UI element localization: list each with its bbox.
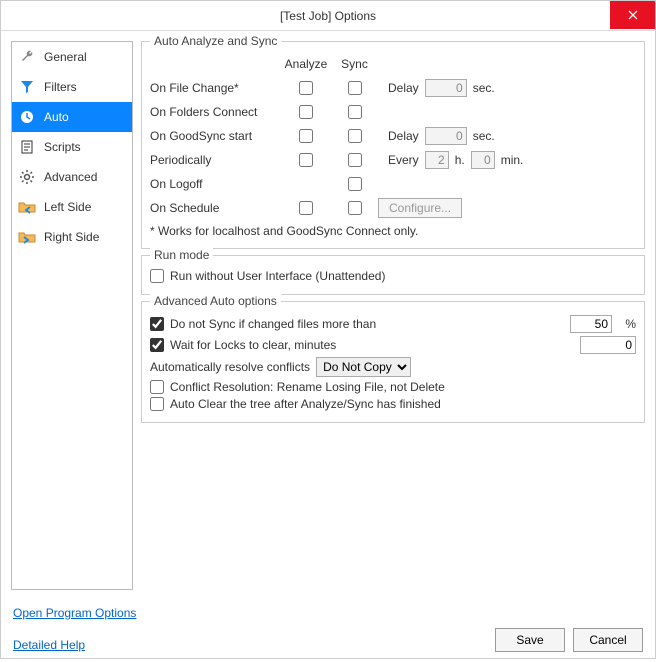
checkbox-file-change-analyze[interactable] [299,81,313,95]
sidebar-item-label: Filters [44,80,77,94]
sidebar-item-scripts[interactable]: Scripts [12,132,132,162]
input-delay-file-change[interactable] [425,79,467,97]
group-title: Auto Analyze and Sync [150,34,281,48]
clock-icon [18,108,36,126]
input-delay-goodsync-start[interactable] [425,127,467,145]
label-auto-clear: Auto Clear the tree after Analyze/Sync h… [170,397,441,411]
checkbox-periodically-sync[interactable] [348,153,362,167]
checkbox-wait-locks[interactable] [150,338,164,352]
label-periodically: Periodically [150,153,275,167]
group-title: Run mode [150,248,213,262]
checkbox-auto-clear[interactable] [150,397,164,411]
sidebar-item-label: Scripts [44,140,81,154]
funnel-icon [18,78,36,96]
sidebar-item-label: Left Side [44,200,91,214]
checkbox-schedule-sync[interactable] [348,201,362,215]
label-percent: % [618,317,636,331]
sidebar-item-auto[interactable]: Auto [12,102,132,132]
checkbox-goodsync-start-analyze[interactable] [299,129,313,143]
folder-left-icon [18,198,36,216]
sidebar-item-right-side[interactable]: Right Side [12,222,132,252]
footer: Open Program Options Detailed Help Save … [1,600,655,662]
input-every-hours[interactable] [425,151,449,169]
wrench-icon [18,48,36,66]
group-title: Advanced Auto options [150,294,281,308]
checkbox-unattended[interactable] [150,269,164,283]
close-icon [628,10,638,20]
label-no-sync-threshold: Do not Sync if changed files more than [170,317,376,331]
sidebar-item-advanced[interactable]: Advanced [12,162,132,192]
label-min: min. [501,153,524,167]
sidebar-item-label: Advanced [44,170,97,184]
label-schedule: On Schedule [150,201,275,215]
footnote: * Works for localhost and GoodSync Conne… [150,220,636,240]
checkbox-file-change-sync[interactable] [348,81,362,95]
label-every: Every [388,153,419,167]
select-resolve-conflicts[interactable]: Do Not Copy [316,357,411,377]
label-unattended: Run without User Interface (Unattended) [170,269,385,283]
label-resolve-conflicts: Automatically resolve conflicts [150,360,310,374]
close-button[interactable] [610,1,655,29]
link-open-program-options[interactable]: Open Program Options [13,606,136,620]
sidebar-item-label: Right Side [44,230,99,244]
label-wait-locks: Wait for Locks to clear, minutes [170,338,336,352]
group-advanced-auto: Advanced Auto options Do not Sync if cha… [141,301,645,423]
checkbox-periodically-analyze[interactable] [299,153,313,167]
label-folders-connect: On Folders Connect [150,105,275,119]
configure-button[interactable]: Configure... [378,198,462,218]
cancel-button[interactable]: Cancel [573,628,643,652]
sidebar-item-general[interactable]: General [12,42,132,72]
header-sync: Sync [337,57,372,71]
label-sec: sec. [473,81,495,95]
header-analyze: Analyze [281,57,331,71]
label-goodsync-start: On GoodSync start [150,129,275,143]
label-sec: sec. [473,129,495,143]
checkbox-logoff-sync[interactable] [348,177,362,191]
sidebar: General Filters Auto Scripts Advanced [11,41,133,590]
sidebar-item-left-side[interactable]: Left Side [12,192,132,222]
folder-right-icon [18,228,36,246]
label-file-change: On File Change* [150,81,275,95]
title-bar: [Test Job] Options [1,1,655,31]
main-panel: Auto Analyze and Sync Analyze Sync On Fi… [141,41,645,590]
input-no-sync-percent[interactable] [570,315,612,333]
label-logoff: On Logoff [150,177,275,191]
label-delay: Delay [388,81,419,95]
label-conflict-rename: Conflict Resolution: Rename Losing File,… [170,380,445,394]
input-every-minutes[interactable] [471,151,495,169]
sidebar-item-label: Auto [44,110,69,124]
label-delay: Delay [388,129,419,143]
checkbox-no-sync-threshold[interactable] [150,317,164,331]
sidebar-item-filters[interactable]: Filters [12,72,132,102]
input-wait-locks-minutes[interactable] [580,336,636,354]
checkbox-conflict-rename[interactable] [150,380,164,394]
gear-icon [18,168,36,186]
group-run-mode: Run mode Run without User Interface (Una… [141,255,645,295]
sidebar-item-label: General [44,50,87,64]
link-detailed-help[interactable]: Detailed Help [13,638,85,652]
checkbox-folders-connect-sync[interactable] [348,105,362,119]
label-h: h. [455,153,465,167]
group-auto-analyze-sync: Auto Analyze and Sync Analyze Sync On Fi… [141,41,645,249]
checkbox-goodsync-start-sync[interactable] [348,129,362,143]
window-title: [Test Job] Options [280,9,376,23]
script-icon [18,138,36,156]
save-button[interactable]: Save [495,628,565,652]
checkbox-schedule-analyze[interactable] [299,201,313,215]
checkbox-folders-connect-analyze[interactable] [299,105,313,119]
